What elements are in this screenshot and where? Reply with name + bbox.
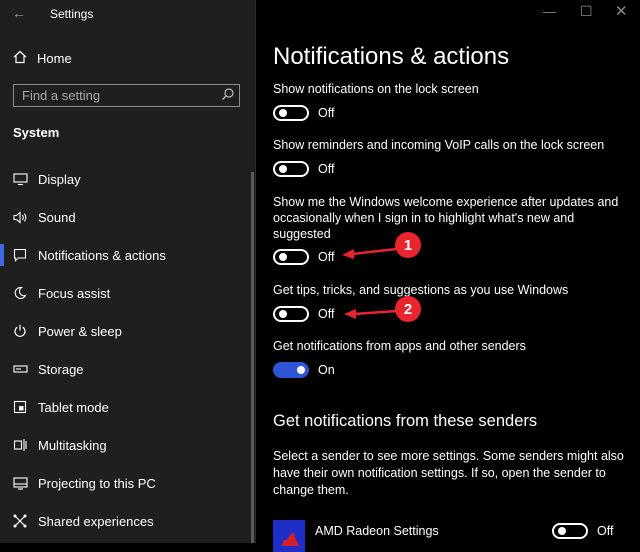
annotation-arrow-1 (342, 247, 398, 259)
annotation-overlay (342, 247, 398, 319)
annotation-arrow-2 (344, 309, 398, 319)
annotation-badge-2: 2 (395, 296, 421, 322)
annotation-badge-1: 1 (395, 232, 421, 258)
